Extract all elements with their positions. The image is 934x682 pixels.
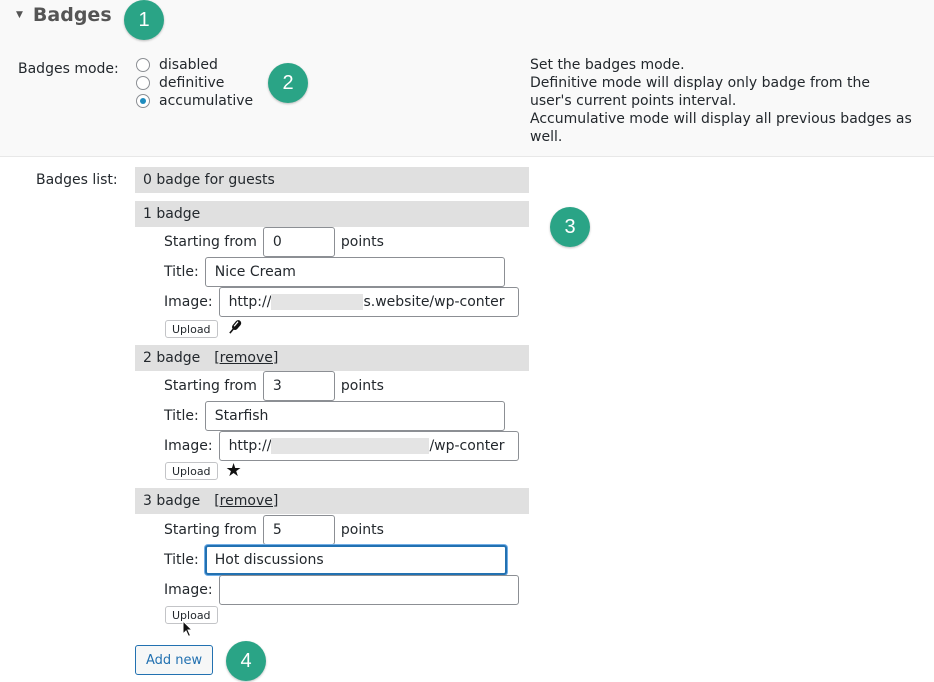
radio-label: accumulative — [159, 93, 254, 109]
badge-3-image-input[interactable] — [218, 575, 519, 605]
step-marker-1: 1 — [124, 0, 164, 40]
step-marker-2: 2 — [268, 63, 308, 103]
badge-2-header: 2 badge [remove] — [135, 345, 529, 371]
mouse-cursor-icon — [182, 619, 194, 642]
points-label: points — [340, 234, 384, 250]
add-new-button[interactable]: Add new — [135, 645, 214, 675]
radio-label: disabled — [159, 57, 218, 73]
badges-mode-radio-group: disabled definitive accumulative — [136, 56, 253, 110]
badge-header-label: 2 badge — [143, 350, 201, 366]
description-line: Definitive mode will display only badge … — [530, 75, 870, 91]
badge-1-title-input[interactable]: Nice Cream — [204, 257, 505, 287]
description-line: user's current points interval. — [530, 93, 737, 109]
description-line: well. — [530, 129, 563, 145]
badge-header-label: 1 badge — [143, 206, 201, 222]
badge-3-image-row: Image: — [164, 575, 519, 605]
collapse-triangle-icon[interactable]: ▼ — [16, 10, 23, 20]
badge-2-upload-button[interactable]: Upload — [165, 462, 218, 480]
radio-button[interactable] — [136, 58, 150, 72]
radio-accumulative[interactable]: accumulative — [136, 92, 253, 110]
badge-1-start-row: Starting from 0 points — [164, 227, 384, 257]
badge-2-image-row: Image: http:// /wp-conter — [164, 431, 519, 461]
starting-from-label: Starting from — [164, 378, 257, 394]
badges-mode-label: Badges mode: — [18, 61, 119, 77]
radio-definitive[interactable]: definitive — [136, 74, 253, 92]
guest-badge-label: 0 badge for guests — [143, 172, 275, 188]
star-icon: ★ — [225, 460, 242, 481]
badge-3-header: 3 badge [remove] — [135, 488, 529, 514]
badge-1-upload-button[interactable]: Upload — [165, 320, 218, 338]
badge-1-start-input[interactable]: 0 — [262, 227, 335, 257]
badge-header-label: 3 badge — [143, 493, 201, 509]
image-url-prefix: http:// — [228, 294, 272, 310]
badges-list-label: Badges list: — [36, 172, 118, 188]
radio-label: definitive — [159, 75, 225, 91]
starting-from-label: Starting from — [164, 522, 257, 538]
redacted-url — [271, 294, 364, 310]
badge-1-header: 1 badge — [135, 201, 529, 227]
badge-3-start-row: Starting from 5 points — [164, 515, 384, 545]
title-label: Title: — [164, 408, 199, 424]
badge-1-image-input[interactable]: http:// s.website/wp-conter — [218, 287, 519, 317]
image-url-suffix: /wp-conter — [429, 438, 505, 454]
points-label: points — [340, 378, 384, 394]
image-url-suffix: s.website/wp-conter — [363, 294, 505, 310]
description-line: Set the badges mode. — [530, 57, 685, 73]
popsicle-icon — [226, 318, 244, 340]
redacted-url — [271, 438, 430, 454]
badge-3-title-row: Title: Hot discussions — [164, 545, 507, 575]
image-url-prefix: http:// — [228, 438, 272, 454]
badge-2-start-row: Starting from 3 points — [164, 371, 384, 401]
badge-1-upload-row: Upload — [165, 318, 244, 340]
badge-1-title-row: Title: Nice Cream — [164, 257, 505, 287]
starting-from-label: Starting from — [164, 234, 257, 250]
badge-2-title-row: Title: Starfish — [164, 401, 505, 431]
badges-mode-description: Set the badges mode. Definitive mode wil… — [530, 56, 930, 146]
title-label: Title: — [164, 552, 199, 568]
badge-3-start-input[interactable]: 5 — [262, 515, 335, 545]
guest-badge-header: 0 badge for guests — [135, 167, 529, 193]
section-header[interactable]: ▼ Badges — [16, 4, 112, 26]
description-line: Accumulative mode will display all previ… — [530, 111, 912, 127]
badge-2-start-input[interactable]: 3 — [262, 371, 335, 401]
radio-button[interactable] — [136, 76, 150, 90]
points-label: points — [340, 522, 384, 538]
badge-3-title-input[interactable]: Hot discussions — [204, 545, 507, 575]
badge-2-title-input[interactable]: Starfish — [204, 401, 505, 431]
radio-disabled[interactable]: disabled — [136, 56, 253, 74]
badge-2-image-input[interactable]: http:// /wp-conter — [218, 431, 519, 461]
step-marker-4: 4 — [226, 641, 266, 681]
step-marker-3: 3 — [550, 207, 590, 247]
badge-1-image-row: Image: http:// s.website/wp-conter — [164, 287, 519, 317]
radio-button-checked[interactable] — [136, 94, 150, 108]
image-label: Image: — [164, 438, 213, 454]
badge-2-remove-link[interactable]: [remove] — [214, 350, 278, 366]
divider — [0, 156, 934, 157]
section-title: Badges — [32, 4, 112, 26]
title-label: Title: — [164, 264, 199, 280]
badge-3-remove-link[interactable]: [remove] — [214, 493, 278, 509]
badge-2-upload-row: Upload ★ — [165, 462, 242, 480]
image-label: Image: — [164, 294, 213, 310]
image-label: Image: — [164, 582, 213, 598]
